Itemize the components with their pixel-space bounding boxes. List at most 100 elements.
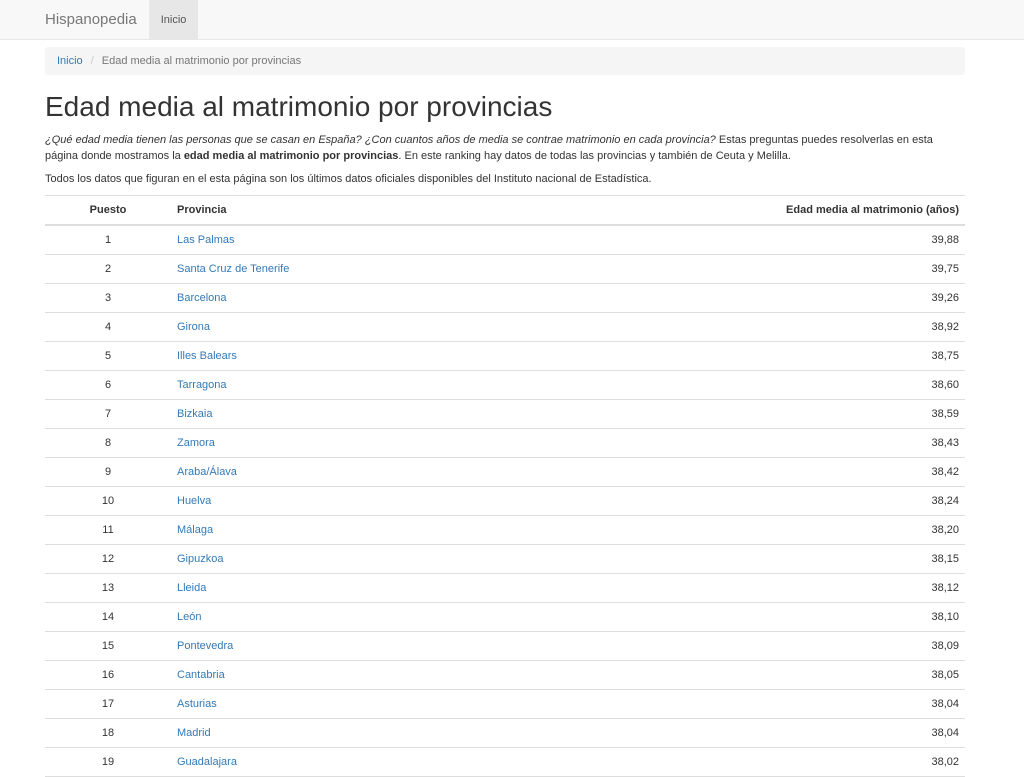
- cell-province: Tarragona: [171, 370, 491, 400]
- province-link[interactable]: Málaga: [177, 524, 213, 536]
- table-row: 18 Madrid 38,04: [45, 718, 965, 748]
- cell-province: Zamora: [171, 428, 491, 458]
- cell-province: Barcelona: [171, 283, 491, 313]
- page-title: Edad media al matrimonio por provincias: [45, 91, 553, 122]
- cell-position: 3: [45, 283, 171, 313]
- province-link[interactable]: Gipuzkoa: [177, 553, 223, 565]
- table-row: 3 Barcelona 39,26: [45, 283, 965, 313]
- cell-position: 9: [45, 457, 171, 487]
- table-row: 17 Asturias 38,04: [45, 689, 965, 719]
- header-position: Puesto: [45, 195, 171, 226]
- province-link[interactable]: Zamora: [177, 437, 215, 449]
- cell-province: Lleida: [171, 573, 491, 603]
- cell-value: 39,88: [490, 225, 965, 255]
- cell-position: 8: [45, 428, 171, 458]
- province-link[interactable]: Illes Balears: [177, 350, 237, 362]
- table-row: 6 Tarragona 38,60: [45, 370, 965, 400]
- cell-value: 38,04: [490, 689, 965, 719]
- province-link[interactable]: Huelva: [177, 495, 211, 507]
- cell-province: Gipuzkoa: [171, 544, 491, 574]
- cell-position: 5: [45, 341, 171, 371]
- cell-province: Illes Balears: [171, 341, 491, 371]
- cell-value: 38,02: [490, 747, 965, 777]
- intro-question: ¿Qué edad media tienen las personas que …: [45, 134, 716, 146]
- table-row: 5 Illes Balears 38,75: [45, 341, 965, 371]
- province-link[interactable]: Bizkaia: [177, 408, 212, 420]
- cell-value: 39,26: [490, 283, 965, 313]
- cell-position: 10: [45, 486, 171, 516]
- cell-position: 17: [45, 689, 171, 719]
- province-link[interactable]: Tarragona: [177, 379, 227, 391]
- cell-position: 7: [45, 399, 171, 429]
- province-link[interactable]: Cantabria: [177, 669, 225, 681]
- table-header: Puesto Provincia Edad media al matrimoni…: [45, 195, 965, 226]
- cell-value: 38,09: [490, 631, 965, 661]
- ranking-table: Puesto Provincia Edad media al matrimoni…: [45, 195, 965, 777]
- table-row: 2 Santa Cruz de Tenerife 39,75: [45, 254, 965, 284]
- brand-link[interactable]: Hispanopedia: [45, 0, 149, 39]
- cell-province: Guadalajara: [171, 747, 491, 777]
- province-link[interactable]: Guadalajara: [177, 756, 237, 768]
- province-link[interactable]: Pontevedra: [177, 640, 233, 652]
- cell-province: Huelva: [171, 486, 491, 516]
- cell-position: 11: [45, 515, 171, 545]
- intro-paragraph: ¿Qué edad media tienen las personas que …: [45, 132, 965, 164]
- cell-position: 18: [45, 718, 171, 748]
- breadcrumb-home-link[interactable]: Inicio: [57, 55, 83, 67]
- table-body: 1 Las Palmas 39,88 2 Santa Cruz de Tenerife 3…: [45, 225, 965, 777]
- main-container: Inicio / Edad media al matrimonio por pr…: [45, 47, 965, 777]
- table-row: 14 León 38,10: [45, 602, 965, 632]
- table-row: 8 Zamora 38,43: [45, 428, 965, 458]
- province-link[interactable]: Lleida: [177, 582, 206, 594]
- table-row: 16 Cantabria 38,05: [45, 660, 965, 690]
- cell-value: 38,42: [490, 457, 965, 487]
- table-row: 9 Araba/Álava 38,42: [45, 457, 965, 487]
- cell-value: 39,75: [490, 254, 965, 284]
- cell-position: 6: [45, 370, 171, 400]
- source-note: Todos los datos que figuran en el esta p…: [45, 173, 652, 185]
- table-row: 13 Lleida 38,12: [45, 573, 965, 603]
- table-row: 12 Gipuzkoa 38,15: [45, 544, 965, 574]
- intro-text-2: . En este ranking hay datos de todas las…: [398, 150, 791, 162]
- intro-bold: edad media al matrimonio por provincias: [183, 150, 399, 162]
- province-link[interactable]: Girona: [177, 321, 210, 333]
- cell-province: Pontevedra: [171, 631, 491, 661]
- province-link[interactable]: León: [177, 611, 201, 623]
- header-province: Provincia: [171, 195, 491, 226]
- table-row: 1 Las Palmas 39,88: [45, 225, 965, 255]
- province-link[interactable]: Asturias: [177, 698, 217, 710]
- province-link[interactable]: Barcelona: [177, 292, 227, 304]
- breadcrumb: Inicio / Edad media al matrimonio por pr…: [45, 47, 965, 75]
- nav-item-inicio[interactable]: Inicio: [148, 0, 199, 39]
- cell-position: 14: [45, 602, 171, 632]
- cell-province: Girona: [171, 312, 491, 342]
- cell-value: 38,92: [490, 312, 965, 342]
- cell-position: 1: [45, 225, 171, 255]
- cell-position: 2: [45, 254, 171, 284]
- cell-value: 38,43: [490, 428, 965, 458]
- cell-province: León: [171, 602, 491, 632]
- table-row: 11 Málaga 38,20: [45, 515, 965, 545]
- cell-province: Santa Cruz de Tenerife: [171, 254, 491, 284]
- cell-position: 4: [45, 312, 171, 342]
- province-link[interactable]: Madrid: [177, 727, 211, 739]
- table-row: 7 Bizkaia 38,59: [45, 399, 965, 429]
- breadcrumb-current: Edad media al matrimonio por provincias: [101, 55, 302, 67]
- cell-value: 38,15: [490, 544, 965, 574]
- cell-value: 38,10: [490, 602, 965, 632]
- cell-position: 15: [45, 631, 171, 661]
- header-value: Edad media al matrimonio (años): [490, 195, 965, 226]
- table-row: 15 Pontevedra 38,09: [45, 631, 965, 661]
- cell-province: Asturias: [171, 689, 491, 719]
- province-link[interactable]: Las Palmas: [177, 234, 234, 246]
- cell-value: 38,24: [490, 486, 965, 516]
- cell-position: 19: [45, 747, 171, 777]
- cell-position: 16: [45, 660, 171, 690]
- cell-province: Cantabria: [171, 660, 491, 690]
- province-link[interactable]: Araba/Álava: [177, 466, 237, 478]
- cell-value: 38,05: [490, 660, 965, 690]
- navbar: Hispanopedia Inicio: [0, 0, 1024, 40]
- cell-province: Madrid: [171, 718, 491, 748]
- province-link[interactable]: Santa Cruz de Tenerife: [177, 263, 289, 275]
- breadcrumb-separator: /: [90, 55, 94, 67]
